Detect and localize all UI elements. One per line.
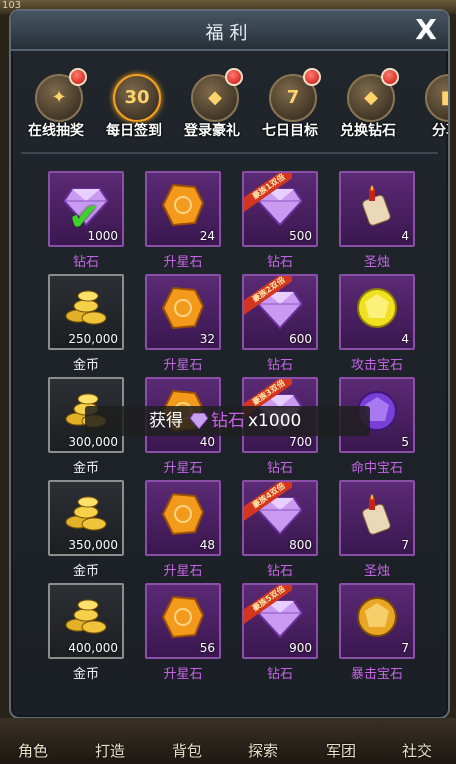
reward-quantity: 400,000: [68, 641, 118, 655]
toast-prefix: 获得: [149, 411, 183, 431]
reward-slot[interactable]: 56: [145, 583, 221, 659]
reward-name: 金币: [72, 667, 99, 682]
reward-slot[interactable]: 4: [339, 274, 415, 350]
welfare-tabs: ✦在线抽奖30每日签到◆登录豪礼7七日目标◆兑换钻石■分享: [11, 56, 448, 142]
reward-name: 圣烛: [363, 564, 390, 579]
reward-name: 金币: [72, 358, 99, 373]
reward-quantity: 1000: [87, 229, 118, 243]
double-ribbon: 豪族5双倍: [244, 585, 292, 625]
tab-label: 在线抽奖: [28, 123, 84, 139]
reward-name: 钻石: [266, 461, 293, 476]
nav-item-3[interactable]: 探索: [248, 740, 278, 761]
panel-title: 福利: [205, 23, 254, 44]
reward-quantity: 5: [401, 435, 409, 449]
close-button[interactable]: X: [408, 13, 444, 47]
nav-item-2[interactable]: 背包: [172, 740, 202, 761]
reward-slot[interactable]: 24: [145, 171, 221, 247]
red-dot-icon: [303, 68, 321, 86]
reward-quantity: 48: [199, 538, 215, 552]
reward-name: 升星石: [163, 358, 203, 373]
reward-slot[interactable]: ✔ 1000: [48, 171, 124, 247]
reward-quantity: 7: [401, 538, 409, 552]
reward-slot[interactable]: 400,000: [48, 583, 124, 659]
reward-name: 暴击宝石: [350, 667, 403, 682]
tab-label: 兑换钻石: [340, 123, 396, 139]
tab-5[interactable]: ■分享: [407, 56, 448, 142]
reward-quantity: 7: [401, 641, 409, 655]
reward-name: 钻石: [266, 564, 293, 579]
gift-box-icon: ■: [425, 74, 448, 122]
nav-item-5[interactable]: 社交: [402, 740, 432, 761]
reward-slot[interactable]: 豪族5双倍 900: [242, 583, 318, 659]
reward-name: 升星石: [163, 461, 203, 476]
tab-label: 分享: [432, 123, 448, 139]
reward-quantity: 32: [199, 332, 215, 346]
reward-quantity: 350,000: [68, 538, 118, 552]
reward-name: 金币: [72, 461, 99, 476]
tab-label: 每日签到: [106, 123, 162, 139]
red-dot-icon: [69, 68, 87, 86]
reward-name: 钻石: [266, 667, 293, 682]
reward-quantity: 4: [401, 332, 409, 346]
reward-slot[interactable]: 250,000: [48, 274, 124, 350]
double-ribbon: 豪族4双倍: [244, 482, 292, 522]
reward-slot[interactable]: 32: [145, 274, 221, 350]
reward-quantity: 24: [199, 229, 215, 243]
bottom-nav: 角色 打造 背包 探索 军团 社交: [0, 718, 456, 764]
reward-quantity: 250,000: [68, 332, 118, 346]
toast-amount: x1000: [248, 411, 302, 431]
reward-name: 升星石: [163, 255, 203, 270]
reward-name: 钻石: [266, 255, 293, 270]
reward-slot[interactable]: 豪族1双倍 500: [242, 171, 318, 247]
red-dot-icon: [381, 68, 399, 86]
reward-name: 金币: [72, 564, 99, 579]
nav-item-1[interactable]: 打造: [95, 740, 125, 761]
tab-3[interactable]: 7 七日目标: [251, 56, 329, 142]
reward-name: 圣烛: [363, 255, 390, 270]
reward-name: 钻石: [266, 358, 293, 373]
double-ribbon: 豪族2双倍: [244, 276, 292, 316]
reward-quantity: 900: [289, 641, 312, 655]
toast-item: 钻石: [211, 411, 245, 431]
reward-name: 命中宝石: [350, 461, 403, 476]
reward-quantity: 700: [289, 435, 312, 449]
reward-slot[interactable]: 豪族2双倍 600: [242, 274, 318, 350]
reward-quantity: 40: [199, 435, 215, 449]
tab-1[interactable]: 30 每日签到: [95, 56, 173, 142]
tab-label: 七日目标: [262, 123, 318, 139]
reward-quantity: 300,000: [68, 435, 118, 449]
tabs-divider: [21, 152, 438, 154]
reward-quantity: 500: [289, 229, 312, 243]
reward-quantity: 800: [289, 538, 312, 552]
reward-slot[interactable]: 7: [339, 480, 415, 556]
reward-slot[interactable]: 350,000: [48, 480, 124, 556]
nav-item-4[interactable]: 军团: [326, 740, 356, 761]
double-ribbon: 豪族1双倍: [244, 173, 292, 213]
reward-slot[interactable]: 48: [145, 480, 221, 556]
tab-4[interactable]: ◆ 兑换钻石: [329, 56, 407, 142]
welfare-panel: 福利 X ✦在线抽奖30每日签到◆登录豪礼7七日目标◆兑换钻石■分享 ✔1000…: [9, 9, 450, 719]
reward-slot[interactable]: 7: [339, 583, 415, 659]
tab-label: 登录豪礼: [184, 123, 240, 139]
reward-name: 钻石: [72, 255, 99, 270]
reward-toast: 获得 钻石 x1000: [85, 406, 370, 436]
nav-item-0[interactable]: 角色: [18, 740, 48, 761]
calendar-30-icon: 30: [113, 74, 161, 122]
reward-quantity: 600: [289, 332, 312, 346]
reward-slot[interactable]: 豪族4双倍 800: [242, 480, 318, 556]
tab-2[interactable]: ◆ 登录豪礼: [173, 56, 251, 142]
reward-quantity: 4: [401, 229, 409, 243]
red-dot-icon: [225, 68, 243, 86]
tab-0[interactable]: ✦ 在线抽奖: [17, 56, 95, 142]
reward-quantity: 56: [199, 641, 215, 655]
reward-slot[interactable]: 4: [339, 171, 415, 247]
panel-titlebar: 福利 X: [11, 11, 448, 51]
reward-name: 升星石: [163, 667, 203, 682]
reward-name: 升星石: [163, 564, 203, 579]
reward-name: 攻击宝石: [350, 358, 403, 373]
diamond-icon: [190, 413, 208, 429]
